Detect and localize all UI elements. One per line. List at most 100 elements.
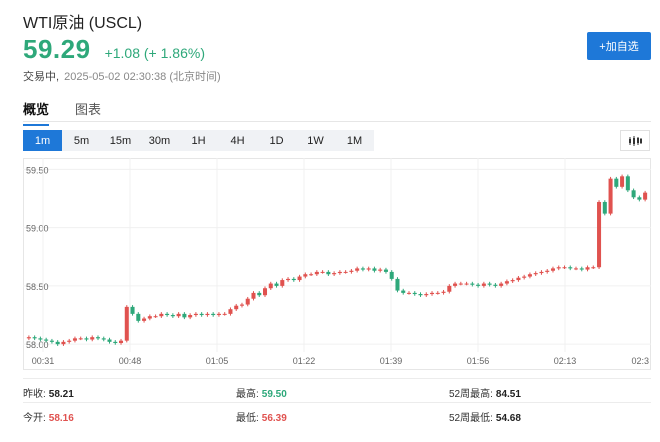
candle-body: [101, 338, 106, 340]
candle-body: [234, 305, 239, 310]
candle-body: [545, 270, 550, 272]
candle-body: [222, 313, 227, 315]
candle-body: [245, 298, 250, 305]
interval-1w[interactable]: 1W: [296, 130, 335, 151]
x-tick-label: 01:56: [467, 356, 490, 366]
candle-body: [274, 283, 279, 286]
candle-body: [539, 271, 544, 274]
candle-body: [303, 274, 308, 277]
candle-body: [170, 315, 175, 317]
interval-15m[interactable]: 15m: [101, 130, 140, 151]
interval-30m[interactable]: 30m: [140, 130, 179, 151]
candle-body: [326, 271, 331, 275]
candle-body: [637, 197, 642, 200]
candle-body: [72, 338, 77, 341]
candle-body: [360, 268, 365, 270]
interval-selector: 1m 5m 15m 30m 1H 4H 1D 1W 1M: [23, 130, 374, 151]
candle-body: [297, 276, 302, 281]
add-watchlist-button[interactable]: +加自选: [587, 32, 651, 60]
candle-body: [568, 267, 573, 269]
candle-body: [113, 341, 118, 344]
candle-body: [499, 283, 504, 286]
interval-1m[interactable]: 1m: [23, 130, 62, 151]
candle-body: [349, 270, 354, 272]
candle-body: [44, 339, 49, 341]
candle-body: [49, 340, 54, 342]
candle-body: [211, 313, 216, 316]
candle-body: [90, 337, 95, 340]
candle-body: [614, 178, 619, 187]
price-row: 59.29 +1.08 (+ 1.86%): [23, 34, 205, 65]
candle-body: [291, 278, 296, 281]
candle-body: [504, 281, 509, 284]
chart-type-button[interactable]: [620, 130, 650, 151]
candle-body: [591, 267, 596, 269]
last-price: 59.29: [23, 34, 91, 64]
candle-body: [38, 338, 43, 340]
candle-body: [262, 288, 268, 296]
candle-body: [159, 313, 164, 317]
candle-body: [493, 284, 498, 286]
candle-body: [643, 192, 648, 200]
candle-body: [430, 292, 435, 295]
candle-body: [620, 176, 625, 187]
candle-body: [176, 313, 181, 317]
candle-body: [78, 338, 83, 340]
candle-body: [585, 267, 590, 270]
candle-body: [182, 313, 187, 318]
candle-body: [476, 284, 481, 286]
candle-body: [153, 316, 158, 318]
candle-body: [61, 341, 66, 345]
candle-body: [257, 292, 262, 296]
stat-high: 最高: 59.50: [236, 389, 287, 400]
candle-body: [107, 339, 112, 342]
candle-body: [286, 278, 291, 281]
candle-body: [550, 268, 555, 271]
candle-body: [268, 283, 273, 289]
stat-low: 最低: 56.39: [236, 413, 287, 424]
candle-body: [608, 178, 613, 214]
candle-body: [389, 271, 394, 279]
candle-body: [136, 313, 141, 321]
candle-body: [130, 306, 135, 314]
y-tick-label: 59.50: [26, 165, 49, 175]
candle-body: [366, 268, 371, 270]
tabs-divider: [23, 121, 651, 122]
candle-body: [401, 290, 406, 293]
y-tick-label: 58.00: [26, 340, 49, 350]
stat-open: 今开: 58.16: [23, 413, 74, 424]
candle-body: [406, 292, 412, 294]
candle-body: [464, 283, 469, 285]
x-tick-label: 01:22: [293, 356, 316, 366]
interval-1d[interactable]: 1D: [257, 130, 296, 151]
candle-body: [516, 277, 521, 281]
candle-body: [602, 201, 607, 214]
candle-body: [84, 338, 89, 340]
candle-body: [487, 283, 492, 285]
candle-body: [458, 283, 463, 285]
candle-body: [355, 268, 360, 271]
candle-body: [147, 316, 152, 319]
candle-body: [309, 274, 314, 276]
candle-body: [55, 341, 60, 345]
interval-1h[interactable]: 1H: [179, 130, 218, 151]
candle-body: [142, 318, 147, 321]
interval-5m[interactable]: 5m: [62, 130, 101, 151]
candle-body: [95, 337, 101, 339]
candle-body: [527, 274, 532, 277]
interval-1mo[interactable]: 1M: [335, 130, 374, 151]
candle-body: [199, 313, 204, 316]
candle-body: [441, 291, 446, 293]
x-tick-label: 02:13: [554, 356, 577, 366]
candle-body: [522, 276, 527, 278]
candle-body: [216, 313, 221, 316]
candle-body: [631, 190, 636, 198]
candle-body: [320, 271, 325, 273]
candle-body: [597, 201, 602, 268]
candle-body: [447, 285, 452, 292]
price-chart[interactable]: 59.50 59.00 58.50 58.00 00:31 00:48 01:05 01:22…: [23, 158, 651, 370]
candle-body: [188, 315, 193, 318]
candlestick-icon: [629, 135, 642, 146]
candle-body: [280, 280, 285, 286]
interval-4h[interactable]: 4H: [218, 130, 257, 151]
